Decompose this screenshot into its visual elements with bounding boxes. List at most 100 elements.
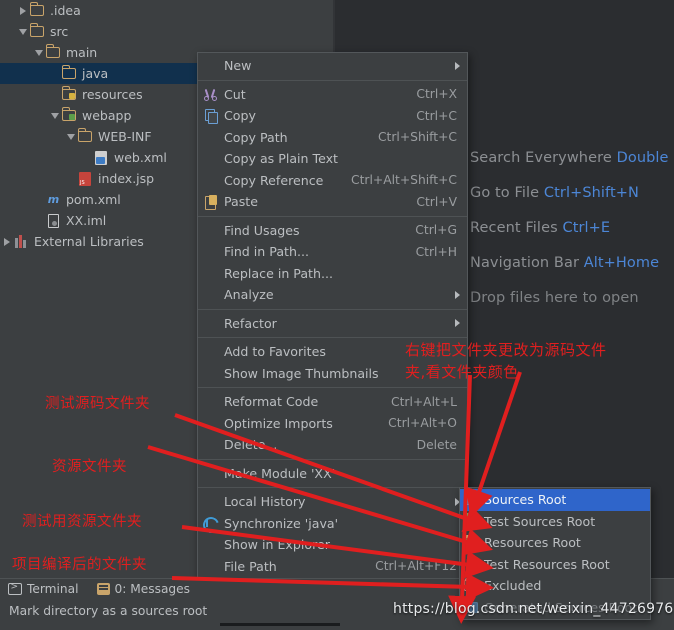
tree-item-external-libraries[interactable]: External Libraries <box>0 231 197 252</box>
menu-item-local-history[interactable]: Local History <box>198 491 467 513</box>
folder-icon <box>61 63 78 84</box>
tree-item-label: src <box>50 24 69 39</box>
chevron-right-icon[interactable] <box>0 231 13 252</box>
submenu-item-test-resources-root[interactable]: Test Resources Root <box>460 554 650 576</box>
submenu-item-label: Test Sources Root <box>484 513 596 529</box>
menu-icon-placeholder <box>198 391 224 413</box>
submenu-arrow-icon <box>455 290 460 299</box>
folder-icon <box>77 126 94 147</box>
menu-item-copy[interactable]: Copy Ctrl+C <box>198 105 467 127</box>
menu-item-delete[interactable]: Delete... Delete <box>198 434 467 456</box>
project-tree: .idea src main java resources webapp WEB-INF we… <box>0 0 197 252</box>
menu-item-optimize-imports[interactable]: Optimize Imports Ctrl+Alt+O <box>198 413 467 435</box>
editor-hint-go-to-file: Go to File Ctrl+Shift+N <box>470 185 674 201</box>
menu-item-reformat-code[interactable]: Reformat Code Ctrl+Alt+L <box>198 391 467 413</box>
chevron-down-icon[interactable] <box>64 126 77 147</box>
submenu-item-test-sources-root[interactable]: Test Sources Root <box>460 511 650 533</box>
submenu-item-label: Resources Root <box>484 535 581 551</box>
tree-item-web-xml[interactable]: web.xml <box>0 147 197 168</box>
tree-item-resources[interactable]: resources <box>0 84 197 105</box>
menu-icon-placeholder <box>198 55 224 77</box>
menu-separator <box>198 308 467 310</box>
messages-button[interactable]: 0: Messages <box>96 582 191 596</box>
menu-item-label: New <box>224 58 252 74</box>
chevron-down-icon[interactable] <box>16 21 29 42</box>
chevron-down-icon[interactable] <box>32 42 45 63</box>
folder-icon-green <box>460 511 484 533</box>
menu-item-find-in-path[interactable]: Find in Path... Ctrl+H <box>198 241 467 263</box>
menu-item-show-in-explorer[interactable]: Show in Explorer <box>198 534 467 556</box>
tree-item-xx-iml[interactable]: XX.iml <box>0 210 197 231</box>
menu-icon-placeholder <box>198 556 224 578</box>
menu-icon-placeholder <box>198 534 224 556</box>
menu-item-label: Local History <box>224 494 306 510</box>
annotation-compiled-output: 项目编译后的文件夹 <box>12 557 147 573</box>
copy-icon <box>198 105 224 127</box>
tree-item-idea[interactable]: .idea <box>0 0 197 21</box>
tree-item-main[interactable]: main <box>0 42 197 63</box>
menu-item-shortcut: Ctrl+Alt+O <box>388 416 457 431</box>
editor-hint-search-everywhere: Search Everywhere Double Shift <box>470 150 674 166</box>
tree-item-src[interactable]: src <box>0 21 197 42</box>
submenu-arrow-icon <box>455 319 460 328</box>
editor-hint-shortcut: Ctrl+E <box>562 220 611 236</box>
menu-item-shortcut: Ctrl+Shift+C <box>377 130 457 145</box>
submenu-item-excluded[interactable]: Excluded <box>460 575 650 597</box>
menu-item-replace-in-path[interactable]: Replace in Path... <box>198 263 467 285</box>
tree-item-java[interactable]: java <box>0 63 197 84</box>
menu-item-new[interactable]: New <box>198 55 467 77</box>
chevron-right-icon[interactable] <box>16 0 29 21</box>
submenu-item-sources-root[interactable]: Sources Root <box>460 489 650 511</box>
tree-item-label: pom.xml <box>66 192 121 207</box>
menu-icon-placeholder <box>198 220 224 242</box>
menu-separator <box>198 215 467 217</box>
tree-item-label: resources <box>82 87 143 102</box>
folder-icon <box>29 0 46 21</box>
menu-item-synchronize-java[interactable]: Synchronize 'java' <box>198 513 467 535</box>
menu-item-copy-reference[interactable]: Copy Reference Ctrl+Alt+Shift+C <box>198 170 467 192</box>
folder-icon <box>45 42 62 63</box>
status-bar-text: Mark directory as a sources root <box>9 604 208 618</box>
menu-item-shortcut: Ctrl+Alt+L <box>391 394 457 409</box>
tree-item-label: web.xml <box>114 150 167 165</box>
menu-item-label: Copy Path <box>224 129 288 145</box>
menu-item-make-module-xx[interactable]: Make Module 'XX' <box>198 463 467 485</box>
terminal-button[interactable]: Terminal <box>8 582 79 596</box>
menu-icon-placeholder <box>198 463 224 485</box>
annotation-mark-directory: 右键把文件夹更改为源码文件 夹,看文件夹颜色 <box>405 341 607 381</box>
tree-item-webapp[interactable]: webapp <box>0 105 197 126</box>
tree-twisty-placeholder <box>48 63 61 84</box>
menu-item-analyze[interactable]: Analyze <box>198 284 467 306</box>
tree-item-index-jsp[interactable]: index.jsp <box>0 168 197 189</box>
menu-item-shortcut: Delete <box>416 437 457 452</box>
annotation-test-sources: 测试源码文件夹 <box>45 396 150 412</box>
chevron-down-icon[interactable] <box>48 105 61 126</box>
submenu-item-label: Test Resources Root <box>484 556 610 572</box>
menu-item-copy-as-plain-text[interactable]: Copy as Plain Text <box>198 148 467 170</box>
editor-hint-drop-files-here-to-open: Drop files here to open <box>470 290 674 306</box>
menu-separator <box>198 487 467 488</box>
menu-item-refactor[interactable]: Refactor <box>198 313 467 335</box>
editor-hint-recent-files: Recent Files Ctrl+E <box>470 220 674 236</box>
menu-item-file-path[interactable]: File Path Ctrl+Alt+F12 <box>198 556 467 578</box>
menu-item-copy-path[interactable]: Copy Path Ctrl+Shift+C <box>198 127 467 149</box>
menu-item-paste[interactable]: Paste Ctrl+V <box>198 191 467 213</box>
tree-item-pom-xml[interactable]: m pom.xml <box>0 189 197 210</box>
tree-item-web-inf[interactable]: WEB-INF <box>0 126 197 147</box>
menu-item-find-usages[interactable]: Find Usages Ctrl+G <box>198 220 467 242</box>
editor-hints: Search Everywhere Double Shift Go to File… <box>470 150 674 325</box>
menu-icon-placeholder <box>198 491 224 513</box>
tree-twisty-placeholder <box>64 168 77 189</box>
messages-label: 0: Messages <box>114 582 191 596</box>
webapp-folder-icon <box>61 105 78 126</box>
tree-item-label: java <box>82 66 109 81</box>
menu-item-cut[interactable]: Cut Ctrl+X <box>198 84 467 106</box>
editor-hint-label: Drop files here to open <box>470 290 639 306</box>
folder-icon-blue <box>460 489 484 511</box>
tree-item-label: main <box>66 45 98 60</box>
menu-icon-placeholder <box>198 170 224 192</box>
messages-icon <box>96 583 110 595</box>
submenu-item-resources-root[interactable]: Resources Root <box>460 532 650 554</box>
editor-hint-shortcut: Ctrl+Shift+N <box>543 185 639 201</box>
menu-item-shortcut: Ctrl+X <box>416 87 457 102</box>
